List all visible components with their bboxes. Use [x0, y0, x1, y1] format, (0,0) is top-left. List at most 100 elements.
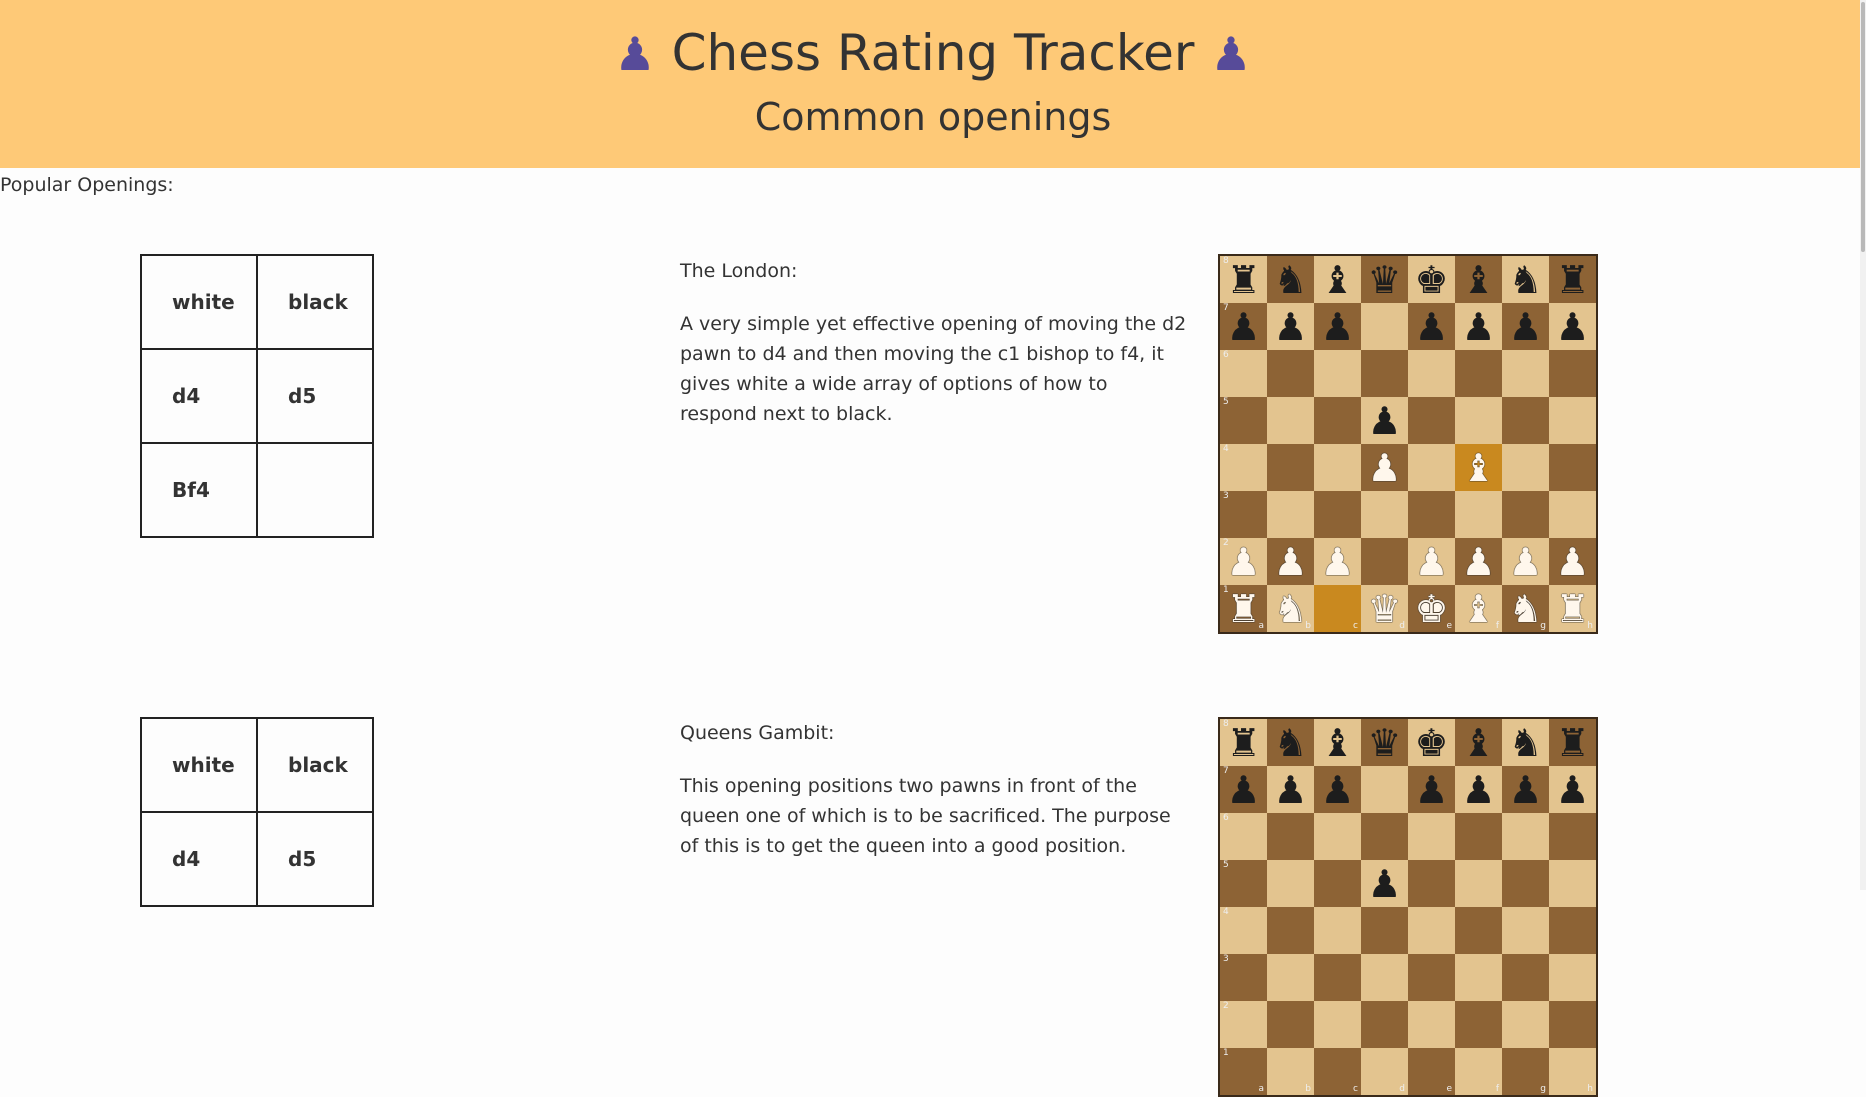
table-cell: d4 — [140, 348, 258, 444]
board-square-h8: ♜ — [1549, 719, 1596, 766]
opening-description-london: The London: A very simple yet effective … — [680, 259, 1190, 429]
board-square-a7: 7 ♟ — [1220, 766, 1267, 813]
file-label: a — [1258, 621, 1264, 631]
board-square-d2 — [1361, 1001, 1408, 1048]
popular-openings-label: Popular Openings: — [0, 174, 174, 196]
table-cell: d5 — [256, 348, 374, 444]
board-square-b2 — [1267, 1001, 1314, 1048]
black-rook-icon: ♜ — [1226, 720, 1261, 765]
board-square-e8: ♚ — [1408, 256, 1455, 303]
rank-label: 1 — [1223, 1048, 1229, 1058]
board-square-d8: ♛ — [1361, 719, 1408, 766]
opening-text: This opening positions two pawns in fron… — [680, 775, 1171, 857]
board-square-c8: ♝ — [1314, 719, 1361, 766]
black-pawn-icon: ♟ — [1320, 304, 1355, 349]
rank-label: 3 — [1223, 954, 1229, 964]
rank-label: 8 — [1223, 256, 1229, 266]
table-cell: d4 — [140, 811, 258, 907]
board-square-f3 — [1455, 954, 1502, 1001]
table-header-cell: black — [256, 254, 374, 350]
table-row: white black — [140, 717, 374, 813]
board-square-f6 — [1455, 350, 1502, 397]
scrollbar-thumb[interactable] — [1861, 2, 1865, 252]
board-square-c5 — [1314, 860, 1361, 907]
black-rook-icon: ♜ — [1226, 257, 1261, 302]
white-pawn-icon: ♟ — [1461, 539, 1496, 584]
board-square-h2: ♟ — [1549, 538, 1596, 585]
table-header-cell: black — [256, 717, 374, 813]
rank-label: 6 — [1223, 813, 1229, 823]
rank-label: 7 — [1223, 303, 1229, 313]
board-square-g2: ♟ — [1502, 538, 1549, 585]
black-queen-icon: ♛ — [1367, 720, 1402, 765]
file-label: g — [1540, 1084, 1546, 1094]
board-square-d7 — [1361, 766, 1408, 813]
title-text: Chess Rating Tracker — [671, 24, 1195, 82]
opening-name: The London: — [680, 260, 798, 282]
board-square-b3 — [1267, 491, 1314, 538]
black-bishop-icon: ♝ — [1461, 720, 1496, 765]
rank-label: 5 — [1223, 397, 1229, 407]
board-square-g3 — [1502, 954, 1549, 1001]
board-square-b8: ♞ — [1267, 719, 1314, 766]
black-pawn-icon: ♟ — [1414, 304, 1449, 349]
rank-label: 1 — [1223, 585, 1229, 595]
file-label: b — [1305, 1084, 1311, 1094]
board-square-d1: d ♛ — [1361, 585, 1408, 632]
board-square-h6 — [1549, 813, 1596, 860]
black-pawn-icon: ♟ — [1226, 767, 1261, 812]
white-bishop-icon: ♝ — [1461, 586, 1496, 631]
white-pawn-icon: ♟ — [1555, 539, 1590, 584]
board-square-e6 — [1408, 350, 1455, 397]
rank-label: 7 — [1223, 766, 1229, 776]
board-square-a6: 6 — [1220, 813, 1267, 860]
white-pawn-icon: ♟ — [1226, 539, 1261, 584]
board-square-b6 — [1267, 813, 1314, 860]
board-square-e2 — [1408, 1001, 1455, 1048]
page-header: ♟ Chess Rating Tracker ♟ Common openings — [0, 0, 1866, 168]
rank-label: 6 — [1223, 350, 1229, 360]
table-cell: Bf4 — [140, 442, 258, 538]
board-square-f3 — [1455, 491, 1502, 538]
board-square-e6 — [1408, 813, 1455, 860]
black-pawn-icon: ♟ — [1226, 304, 1261, 349]
vertical-scrollbar[interactable] — [1860, 0, 1866, 890]
board-square-g7: ♟ — [1502, 303, 1549, 350]
board-square-d3 — [1361, 954, 1408, 1001]
board-square-d3 — [1361, 491, 1408, 538]
black-pawn-icon: ♟ — [1320, 767, 1355, 812]
opening-text: A very simple yet effective opening of m… — [680, 313, 1187, 425]
board-square-b4 — [1267, 444, 1314, 491]
board-square-f2: ♟ — [1455, 538, 1502, 585]
board-square-c8: ♝ — [1314, 256, 1361, 303]
board-square-a7: 7 ♟ — [1220, 303, 1267, 350]
file-label: d — [1399, 1084, 1405, 1094]
file-label: d — [1399, 621, 1405, 631]
black-knight-icon: ♞ — [1273, 720, 1308, 765]
white-knight-icon: ♞ — [1508, 586, 1543, 631]
black-pawn-icon: ♟ — [1508, 304, 1543, 349]
board-square-g8: ♞ — [1502, 256, 1549, 303]
board-square-h6 — [1549, 350, 1596, 397]
board-square-h5 — [1549, 397, 1596, 444]
pawn-icon: ♟ — [614, 27, 656, 81]
rank-label: 3 — [1223, 491, 1229, 501]
board-square-e1: e — [1408, 1048, 1455, 1095]
pawn-icon: ♟ — [1210, 27, 1252, 81]
board-square-g6 — [1502, 350, 1549, 397]
black-king-icon: ♚ — [1414, 720, 1449, 765]
file-label: a — [1258, 1084, 1264, 1094]
black-bishop-icon: ♝ — [1320, 257, 1355, 302]
opening-description-queens-gambit: Queens Gambit: This opening positions tw… — [680, 721, 1190, 861]
board-square-d8: ♛ — [1361, 256, 1408, 303]
black-rook-icon: ♜ — [1555, 720, 1590, 765]
board-square-e4 — [1408, 444, 1455, 491]
black-pawn-icon: ♟ — [1555, 304, 1590, 349]
board-square-a1: 1a — [1220, 1048, 1267, 1095]
black-pawn-icon: ♟ — [1461, 767, 1496, 812]
moves-table-london: white black d4 d5 Bf4 — [140, 254, 374, 538]
board-square-c6 — [1314, 813, 1361, 860]
black-pawn-icon: ♟ — [1461, 304, 1496, 349]
black-pawn-icon: ♟ — [1273, 767, 1308, 812]
black-pawn-icon: ♟ — [1367, 861, 1402, 906]
